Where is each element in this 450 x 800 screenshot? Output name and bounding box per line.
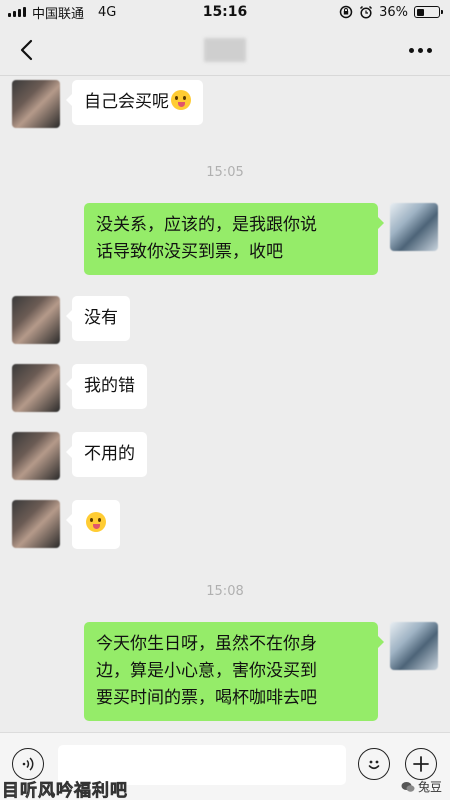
message-bubble[interactable]: 我的错 bbox=[66, 364, 147, 409]
carrier-label: 中国联通 bbox=[32, 6, 85, 22]
rotation-lock-icon bbox=[339, 5, 353, 19]
watermark-brand: 兔豆 bbox=[401, 778, 442, 795]
emoji-icon bbox=[368, 760, 380, 770]
message-bubble[interactable]: 自己会买呢 bbox=[66, 80, 203, 125]
more-options-button[interactable] bbox=[400, 24, 440, 76]
contact-avatar[interactable] bbox=[12, 80, 60, 128]
message-text: 没有 bbox=[84, 308, 118, 328]
chat-header: ██ bbox=[0, 24, 450, 76]
message-outgoing: 今天你生日呀，虽然不在你身 边，算是小心意，害你没买到 要买时间的票，喝杯咖啡去… bbox=[84, 622, 438, 721]
signal-icon bbox=[8, 7, 26, 17]
message-list: 自己会买呢 15:05 没关系，应该的，是我跟你说 话导致你没买到票，收吧 没有… bbox=[0, 77, 450, 732]
message-text-line: 今天你生日呀，虽然不在你身 bbox=[96, 634, 317, 654]
contact-name: ██ bbox=[0, 37, 450, 62]
more-functions-button[interactable] bbox=[405, 748, 437, 780]
message-bubble[interactable] bbox=[66, 500, 120, 549]
alarm-icon bbox=[360, 5, 373, 19]
timestamp: 15:08 bbox=[206, 584, 244, 599]
message-bubble[interactable]: 今天你生日呀，虽然不在你身 边，算是小心意，害你没买到 要买时间的票，喝杯咖啡去… bbox=[84, 622, 384, 721]
message-text-line: 边，算是小心意，害你没买到 bbox=[96, 661, 317, 681]
emoji-button[interactable] bbox=[358, 748, 390, 780]
contact-avatar[interactable] bbox=[12, 500, 60, 548]
battery-icon bbox=[414, 6, 443, 18]
message-incoming: 不用的 bbox=[12, 432, 147, 480]
message-incoming: 没有 bbox=[12, 296, 130, 344]
status-bar: 中国联通 4G 15:16 36% bbox=[0, 0, 450, 24]
self-avatar[interactable] bbox=[390, 203, 438, 251]
message-text: 自己会买呢 bbox=[84, 92, 169, 112]
battery-level bbox=[416, 8, 425, 16]
status-right: 36% bbox=[339, 4, 443, 20]
wechat-logo-icon bbox=[401, 781, 415, 792]
message-outgoing: 没关系，应该的，是我跟你说 话导致你没买到票，收吧 bbox=[84, 203, 438, 275]
squinting-tongue-emoji-icon bbox=[86, 512, 106, 532]
network-label: 4G bbox=[98, 4, 117, 20]
message-text-line: 话导致你没买到票，收吧 bbox=[96, 242, 283, 262]
message-text: 不用的 bbox=[84, 444, 135, 464]
contact-avatar[interactable] bbox=[12, 296, 60, 344]
message-bubble[interactable]: 没有 bbox=[66, 296, 130, 341]
self-avatar[interactable] bbox=[390, 622, 438, 670]
contact-name-text: ██ bbox=[203, 37, 247, 62]
voice-icon bbox=[22, 757, 34, 771]
status-left: 中国联通 4G bbox=[8, 3, 116, 22]
message-text-line: 没关系，应该的，是我跟你说 bbox=[96, 215, 317, 235]
message-text-line: 要买时间的票，喝杯咖啡去吧 bbox=[96, 688, 317, 708]
watermark-text: 目听风吟福利吧 bbox=[2, 781, 128, 800]
message-incoming bbox=[12, 500, 120, 549]
message-bubble[interactable]: 没关系，应该的，是我跟你说 话导致你没买到票，收吧 bbox=[84, 203, 384, 275]
message-incoming: 自己会买呢 bbox=[12, 80, 203, 128]
battery-percent: 36% bbox=[379, 4, 408, 20]
more-icon bbox=[408, 47, 432, 53]
back-button[interactable] bbox=[0, 24, 52, 76]
contact-avatar[interactable] bbox=[12, 432, 60, 480]
message-text: 我的错 bbox=[84, 376, 135, 396]
message-bubble[interactable]: 不用的 bbox=[66, 432, 147, 477]
squinting-tongue-emoji-icon bbox=[171, 90, 191, 110]
chevron-left-icon bbox=[20, 39, 33, 60]
watermark-brand-text: 兔豆 bbox=[417, 780, 442, 794]
message-incoming: 我的错 bbox=[12, 364, 147, 412]
plus-icon bbox=[413, 756, 429, 772]
timestamp: 15:05 bbox=[206, 165, 244, 180]
contact-avatar[interactable] bbox=[12, 364, 60, 412]
